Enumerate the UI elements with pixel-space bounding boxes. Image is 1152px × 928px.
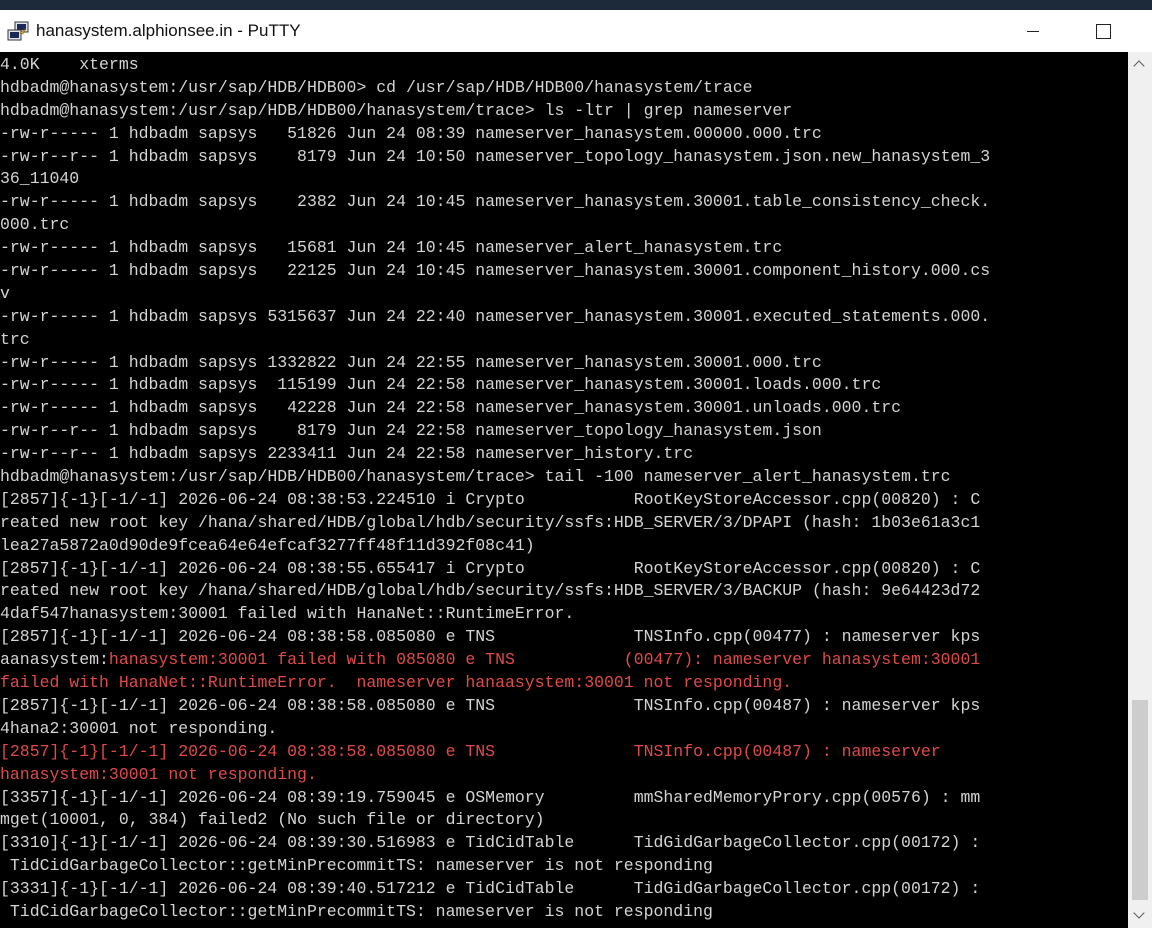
terminal-line: -rw-r----- 1 hdbadm sapsys 51826 Jun 24 … xyxy=(0,123,1128,146)
putty-window: hanasystem.alphionsee.in - PuTTY 4.0K xt… xyxy=(0,10,1152,928)
terminal-line-text: aanasystem: xyxy=(0,650,109,670)
terminal-line-text: TidCidGarbageCollector::getMinPrecommitT… xyxy=(0,901,713,921)
terminal-line-text: 36_11040 xyxy=(0,169,80,189)
terminal-line: reated new root key /hana/shared/HDB/glo… xyxy=(0,512,1128,535)
terminal-line: [3331]{-1}[-1/-1] 2026-06-24 08:39:40.51… xyxy=(0,878,1128,901)
title-bar[interactable]: hanasystem.alphionsee.in - PuTTY xyxy=(0,10,1152,52)
terminal-line-text: hdbadm@hanasystem:/usr/sap/HDB/HDB00/han… xyxy=(0,467,951,487)
maximize-icon[interactable] xyxy=(1080,10,1126,52)
terminal-line: lea27a5872a0d90de9fcea64e64efcaf3277ff48… xyxy=(0,535,1128,558)
terminal-line: [2857]{-1}[-1/-1] 2026-06-24 08:38:58.08… xyxy=(0,741,1128,764)
terminal-line-text: -rw-r----- 1 hdbadm sapsys 15681 Jun 24 … xyxy=(0,238,783,258)
terminal-line-text: trc xyxy=(0,329,30,349)
terminal-line: 4hana2:30001 not responding. xyxy=(0,718,1128,741)
terminal-line-text: [2857]{-1}[-1/-1] 2026-06-24 08:38:58.08… xyxy=(0,695,981,715)
terminal-line: 000.trc xyxy=(0,214,1128,237)
terminal-line-text: reated new root key /hana/shared/HDB/glo… xyxy=(0,512,981,532)
terminal-line: aanasystem:hanasystem:30001 failed with … xyxy=(0,649,1128,672)
terminal-line: -rw-r----- 1 hdbadm sapsys 2382 Jun 24 1… xyxy=(0,191,1128,214)
terminal-line-text: -rw-r----- 1 hdbadm sapsys 51826 Jun 24 … xyxy=(0,123,822,143)
terminal-line-text: -rw-r--r-- 1 hdbadm sapsys 8179 Jun 24 2… xyxy=(0,421,822,441)
terminal-line: 4.0K xterms xyxy=(0,54,1128,77)
terminal-line-text: -rw-r----- 1 hdbadm sapsys 115199 Jun 24… xyxy=(0,375,882,395)
window-title: hanasystem.alphionsee.in - PuTTY xyxy=(36,21,301,40)
putty-icon xyxy=(7,21,29,41)
terminal-line-text: hdbadm@hanasystem:/usr/sap/HDB/HDB00> cd… xyxy=(0,77,753,97)
scroll-down-arrow-icon[interactable] xyxy=(1128,904,1152,928)
terminal-line-text: mget(10001, 0, 384) failed2 (No such fil… xyxy=(0,810,545,830)
terminal-line: -rw-r----- 1 hdbadm sapsys 22125 Jun 24 … xyxy=(0,260,1128,283)
terminal-line-text: -rw-r--r-- 1 hdbadm sapsys 8179 Jun 24 1… xyxy=(0,146,991,166)
terminal-error-text: [2857]{-1}[-1/-1] 2026-06-24 08:38:58.08… xyxy=(0,741,941,761)
scrollbar-thumb[interactable] xyxy=(1132,700,1148,900)
terminal-line: hanasystem:30001 not responding. xyxy=(0,764,1128,787)
terminal-line: [2857]{-1}[-1/-1] 2026-06-24 08:38:58.08… xyxy=(0,626,1128,649)
terminal-line-text: hdbadm@hanasystem:/usr/sap/HDB/HDB00/han… xyxy=(0,100,793,120)
terminal-line: hdbadm@hanasystem:/usr/sap/HDB/HDB00> cd… xyxy=(0,77,1128,100)
terminal-line-text: 4hana2:30001 not responding. xyxy=(0,718,278,738)
terminal-line: -rw-r----- 1 hdbadm sapsys 42228 Jun 24 … xyxy=(0,397,1128,420)
terminal-line-text: 4.0K xterms xyxy=(0,55,139,74)
terminal-line: 36_11040 xyxy=(0,168,1128,191)
terminal-line: -rw-r----- 1 hdbadm sapsys 115199 Jun 24… xyxy=(0,374,1128,397)
terminal-line: failed with HanaNet::RuntimeError. names… xyxy=(0,672,1128,695)
terminal-line-text: -rw-r----- 1 hdbadm sapsys 1332822 Jun 2… xyxy=(0,352,822,372)
terminal-line: [3310]{-1}[-1/-1] 2026-06-24 08:39:30.51… xyxy=(0,832,1128,855)
terminal-line-text: reated new root key /hana/shared/HDB/glo… xyxy=(0,581,981,601)
minimize-icon[interactable] xyxy=(1010,10,1056,52)
terminal-line-text: -rw-r--r-- 1 hdbadm sapsys 2233411 Jun 2… xyxy=(0,444,694,464)
terminal-line-text: v xyxy=(0,283,10,303)
terminal-line: [3357]{-1}[-1/-1] 2026-06-24 08:39:19.75… xyxy=(0,787,1128,810)
terminal-line-text: [2857]{-1}[-1/-1] 2026-06-24 08:38:58.08… xyxy=(0,627,981,647)
terminal-line: -rw-r----- 1 hdbadm sapsys 1332822 Jun 2… xyxy=(0,352,1128,375)
terminal-line-text: [2857]{-1}[-1/-1] 2026-06-24 08:38:53.22… xyxy=(0,489,981,509)
terminal-line: TidCidGarbageCollector::getMinPrecommitT… xyxy=(0,901,1128,924)
terminal-line: -rw-r----- 1 hdbadm sapsys 15681 Jun 24 … xyxy=(0,237,1128,260)
desktop-top-strip xyxy=(0,0,1152,10)
terminal-line: -rw-r--r-- 1 hdbadm sapsys 8179 Jun 24 1… xyxy=(0,146,1128,169)
vertical-scrollbar[interactable] xyxy=(1128,52,1152,928)
terminal-line: v xyxy=(0,283,1128,306)
terminal-line: 4daf547hanasystem:30001 failed with Hana… xyxy=(0,603,1128,626)
terminal-line: mget(10001, 0, 384) failed2 (No such fil… xyxy=(0,809,1128,832)
terminal-line: trc xyxy=(0,329,1128,352)
terminal-line: hdbadm@hanasystem:/usr/sap/HDB/HDB00/han… xyxy=(0,466,1128,489)
terminal-line: [2857]{-1}[-1/-1] 2026-06-24 08:38:55.65… xyxy=(0,558,1128,581)
terminal-line-text: [3331]{-1}[-1/-1] 2026-06-24 08:39:40.51… xyxy=(0,879,981,899)
terminal-line-text: lea27a5872a0d90de9fcea64e64efcaf3277ff48… xyxy=(0,535,535,555)
terminal-error-text: hanasystem:30001 failed with 085080 e TN… xyxy=(108,650,981,670)
terminal-line: TidCidGarbageCollector::getMinPrecommitT… xyxy=(0,855,1128,878)
terminal-line: [2857]{-1}[-1/-1] 2026-06-24 08:38:58.08… xyxy=(0,695,1128,718)
terminal-line-text: -rw-r----- 1 hdbadm sapsys 22125 Jun 24 … xyxy=(0,261,991,281)
terminal-line: [2857]{-1}[-1/-1] 2026-06-24 08:38:53.22… xyxy=(0,489,1128,512)
terminal-line-text: 4daf547hanasystem:30001 failed with Hana… xyxy=(0,604,575,624)
terminal-line: reated new root key /hana/shared/HDB/glo… xyxy=(0,580,1128,603)
terminal-line-text: TidCidGarbageCollector::getMinPrecommitT… xyxy=(0,856,713,876)
terminal-line: -rw-r--r-- 1 hdbadm sapsys 2233411 Jun 2… xyxy=(0,443,1128,466)
terminal-output[interactable]: 4.0K xterms hdbadm@hanasystem:/usr/sap/HD… xyxy=(0,52,1128,928)
terminal-line-text: -rw-r----- 1 hdbadm sapsys 42228 Jun 24 … xyxy=(0,398,902,418)
terminal-line-text: 000.trc xyxy=(0,215,70,235)
terminal-error-text: failed with HanaNet::RuntimeError. names… xyxy=(0,673,793,693)
terminal-line-text: [3310]{-1}[-1/-1] 2026-06-24 08:39:30.51… xyxy=(0,833,981,853)
terminal-error-text: hanasystem:30001 not responding. xyxy=(0,764,317,784)
terminal-line: hdbadm@hanasystem:/usr/sap/HDB/HDB00/han… xyxy=(0,100,1128,123)
terminal-line-text: -rw-r----- 1 hdbadm sapsys 2382 Jun 24 1… xyxy=(0,192,991,212)
terminal-line-text: [3357]{-1}[-1/-1] 2026-06-24 08:39:19.75… xyxy=(0,787,981,807)
terminal-line: -rw-r----- 1 hdbadm sapsys 5315637 Jun 2… xyxy=(0,306,1128,329)
terminal-line: -rw-r--r-- 1 hdbadm sapsys 8179 Jun 24 2… xyxy=(0,420,1128,443)
terminal-line-text: [2857]{-1}[-1/-1] 2026-06-24 08:38:55.65… xyxy=(0,558,981,578)
scroll-up-arrow-icon[interactable] xyxy=(1128,52,1152,76)
terminal-line-text: -rw-r----- 1 hdbadm sapsys 5315637 Jun 2… xyxy=(0,306,991,326)
